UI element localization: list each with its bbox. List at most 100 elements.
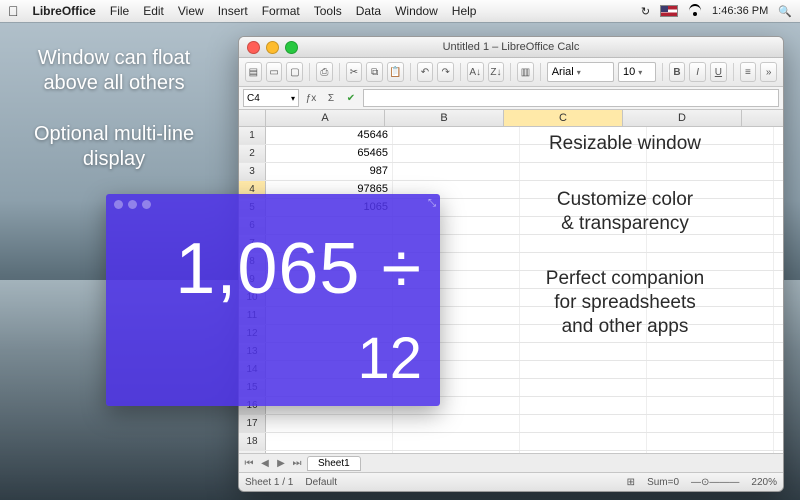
menu-window[interactable]: Window <box>395 4 438 18</box>
menu-insert[interactable]: Insert <box>218 4 248 18</box>
status-insert-mode[interactable]: ⊞ <box>627 477 635 488</box>
sheet-tab[interactable]: Sheet1 <box>307 456 361 471</box>
menu-edit[interactable]: Edit <box>143 4 164 18</box>
copy-icon[interactable]: ⧉ <box>366 62 383 82</box>
align-left-icon[interactable]: ≡ <box>740 62 757 82</box>
menu-tools[interactable]: Tools <box>314 4 342 18</box>
cut-icon[interactable]: ✂ <box>346 62 363 82</box>
select-all-corner[interactable] <box>239 110 266 126</box>
paste-icon[interactable]: 📋 <box>387 62 404 82</box>
cell[interactable] <box>647 415 774 432</box>
row-header[interactable]: 1 <box>239 127 266 144</box>
font-size-field[interactable]: 10▾ <box>618 62 656 82</box>
undo-icon[interactable]: ↶ <box>417 62 434 82</box>
new-doc-icon[interactable]: ▤ <box>245 62 262 82</box>
menubar-clock[interactable]: 1:46:36 PM <box>712 5 768 17</box>
cell[interactable] <box>393 433 520 450</box>
zoom-slider[interactable]: —⊙——— <box>691 477 739 488</box>
calc-display-line-1: 1,065 ÷ <box>106 228 422 310</box>
status-zoom[interactable]: 220% <box>751 477 777 488</box>
bold-button[interactable]: B <box>669 62 686 82</box>
sort-asc-icon[interactable]: A↓ <box>467 62 484 82</box>
row-header[interactable]: 17 <box>239 415 266 432</box>
window-titlebar[interactable]: Untitled 1 – LibreOffice Calc <box>239 37 783 58</box>
redo-icon[interactable]: ↷ <box>437 62 454 82</box>
column-header[interactable]: B <box>385 110 504 126</box>
cell[interactable] <box>520 433 647 450</box>
grid-row: 17 <box>239 415 783 433</box>
apple-menu-icon[interactable]:  <box>8 4 19 18</box>
row-header[interactable]: 18 <box>239 433 266 450</box>
cell[interactable] <box>647 433 774 450</box>
cell[interactable] <box>520 415 647 432</box>
cell[interactable] <box>520 397 647 414</box>
spotlight-icon[interactable]: 🔍 <box>778 5 792 18</box>
italic-button[interactable]: I <box>689 62 706 82</box>
print-icon[interactable]: ⎙ <box>316 62 333 82</box>
feature-text-block: Resizable window Customize color & trans… <box>480 132 770 371</box>
status-style: Default <box>305 477 337 488</box>
sheet-tab-bar: ⏮ ◀ ▶ ⏭ Sheet1 <box>239 453 783 472</box>
feature-companion: Perfect companion for spreadsheets and o… <box>480 267 770 338</box>
close-icon[interactable] <box>247 41 260 54</box>
font-name-field[interactable]: Arial▾ <box>547 62 614 82</box>
sheet-nav-last-icon[interactable]: ⏭ <box>291 458 303 469</box>
grid-row: 18 <box>239 433 783 451</box>
promo-line-1: Window can float above all others <box>34 46 194 96</box>
sheet-nav-first-icon[interactable]: ⏮ <box>243 458 255 469</box>
cell[interactable]: 987 <box>266 163 393 180</box>
function-wizard-icon[interactable]: ƒx <box>303 90 319 106</box>
cell[interactable]: 45646 <box>266 127 393 144</box>
row-header[interactable]: 3 <box>239 163 266 180</box>
calculator-window[interactable]: ⤡ 1,065 ÷ 12 <box>106 194 440 406</box>
sum-icon[interactable]: Σ <box>323 90 339 106</box>
menu-view[interactable]: View <box>178 4 204 18</box>
mac-menubar:  LibreOffice File Edit View Insert Form… <box>0 0 800 22</box>
app-name[interactable]: LibreOffice <box>33 4 96 18</box>
input-source-icon[interactable] <box>660 5 678 17</box>
column-header[interactable]: C <box>504 110 623 126</box>
menu-data[interactable]: Data <box>356 4 381 18</box>
chart-icon[interactable]: ▥ <box>517 62 534 82</box>
resize-handle-icon[interactable]: ⤡ <box>428 198 436 209</box>
cell[interactable] <box>647 379 774 396</box>
status-bar: Sheet 1 / 1 Default ⊞ Sum=0 —⊙——— 220% <box>239 472 783 491</box>
feature-resizable: Resizable window <box>480 132 770 156</box>
cell[interactable] <box>266 433 393 450</box>
calc-window-controls[interactable] <box>114 200 151 209</box>
formula-input[interactable] <box>363 89 779 107</box>
row-header[interactable]: 2 <box>239 145 266 162</box>
status-sum: Sum=0 <box>647 477 679 488</box>
underline-button[interactable]: U <box>710 62 727 82</box>
menu-file[interactable]: File <box>110 4 129 18</box>
promo-text-block: Window can float above all others Option… <box>34 46 194 198</box>
status-sheet: Sheet 1 / 1 <box>245 477 293 488</box>
accept-icon[interactable]: ✔ <box>343 90 359 106</box>
column-header[interactable]: D <box>623 110 742 126</box>
cell[interactable] <box>647 397 774 414</box>
column-headers: ABCD <box>239 110 783 127</box>
menu-help[interactable]: Help <box>452 4 477 18</box>
cell[interactable] <box>520 379 647 396</box>
main-toolbar: ▤ ▭ ▢ ⎙ ✂ ⧉ 📋 ↶ ↷ A↓ Z↓ ▥ Arial▾ 10▾ B I… <box>239 58 783 87</box>
more-icon[interactable]: » <box>760 62 777 82</box>
menu-format[interactable]: Format <box>262 4 300 18</box>
formula-bar: C4▾ ƒx Σ ✔ <box>239 87 783 110</box>
sheet-nav-prev-icon[interactable]: ◀ <box>259 458 271 469</box>
sync-icon[interactable]: ↻ <box>641 5 650 18</box>
column-header[interactable]: A <box>266 110 385 126</box>
cell-reference-field[interactable]: C4▾ <box>243 89 299 107</box>
feature-color: Customize color & transparency <box>480 188 770 236</box>
promo-line-2: Optional multi-line display <box>34 122 194 172</box>
save-icon[interactable]: ▢ <box>286 62 303 82</box>
minimize-icon[interactable] <box>266 41 279 54</box>
wifi-icon[interactable] <box>688 6 702 16</box>
zoom-icon[interactable] <box>285 41 298 54</box>
cell[interactable] <box>393 415 520 432</box>
sort-desc-icon[interactable]: Z↓ <box>488 62 505 82</box>
cell[interactable]: 65465 <box>266 145 393 162</box>
cell[interactable] <box>266 415 393 432</box>
sheet-nav-next-icon[interactable]: ▶ <box>275 458 287 469</box>
window-title: Untitled 1 – LibreOffice Calc <box>443 41 580 53</box>
open-icon[interactable]: ▭ <box>266 62 283 82</box>
